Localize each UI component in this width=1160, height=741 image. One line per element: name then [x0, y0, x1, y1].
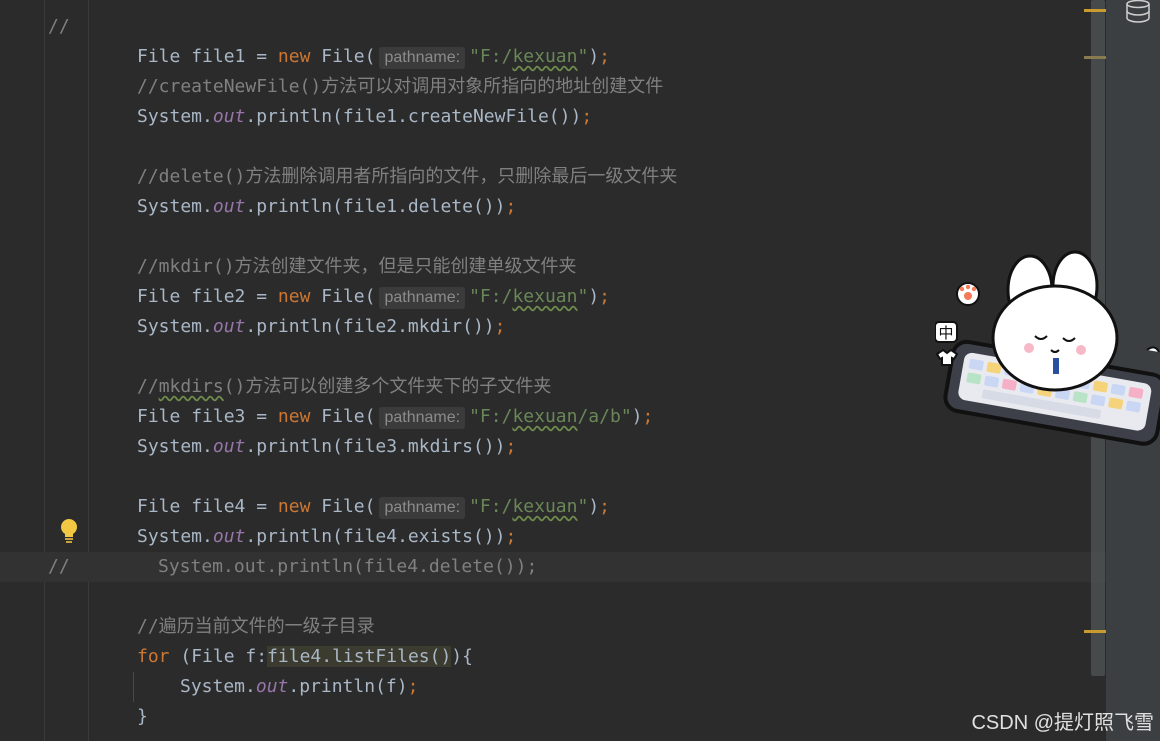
code-comment: //createNewFile()方法可以对调用对象所指向的地址创建文件: [137, 76, 664, 97]
code-line-println: System.out.println(file3.mkdirs());: [137, 436, 517, 457]
code-line-println: System.out.println(file2.mkdir());: [137, 316, 506, 337]
warning-stripe-marker[interactable]: [1084, 630, 1106, 633]
gutter-divider: [44, 0, 45, 741]
parameter-hint: pathname:: [379, 287, 466, 309]
code-line-for: for (File f:file4.listFiles()){: [137, 646, 473, 667]
code-line-file3: File file3 = new File(pathname: "F:/kexua…: [137, 406, 654, 429]
code-comment: //delete()方法删除调用者所指向的文件，只删除最后一级文件夹: [137, 166, 678, 187]
gutter-divider: [88, 0, 89, 741]
code-comment: //遍历当前文件的一级子目录: [137, 616, 375, 637]
info-stripe-marker[interactable]: [1084, 56, 1106, 59]
code-line-file4: File file4 = new File(pathname: "F:/kexua…: [137, 496, 610, 519]
code-line-file2: File file2 = new File(pathname: "F:/kexua…: [137, 286, 610, 309]
code-line-println: System.out.println(file4.exists());: [137, 526, 517, 547]
warning-stripe-marker[interactable]: [1084, 9, 1106, 12]
commented-code-line: System.out.println(file4.delete());: [158, 556, 538, 577]
editor-gutter: //: [0, 0, 90, 741]
database-icon[interactable]: [1124, 0, 1152, 24]
parameter-hint: pathname:: [379, 47, 466, 69]
code-comment: //mkdirs()方法可以创建多个文件夹下的子文件夹: [137, 376, 552, 397]
gutter-comment-marker: //: [48, 556, 70, 577]
bunny-keyboard-sticker: 中: [935, 250, 1160, 446]
parameter-hint: pathname:: [379, 407, 466, 429]
parameter-hint: pathname:: [379, 497, 466, 519]
gutter-comment-marker: //: [48, 16, 70, 37]
lightbulb-icon[interactable]: [58, 518, 80, 544]
code-line-println: System.out.println(f);: [180, 676, 419, 697]
code-line-println: System.out.println(file1.delete());: [137, 196, 517, 217]
code-line-brace: }: [137, 706, 148, 727]
sticker-label-zhong: 中: [938, 324, 953, 342]
watermark: CSDN @提灯照飞雪: [971, 712, 1154, 734]
code-line-file1: File file1 = new File(pathname: "F:/kexua…: [137, 46, 610, 69]
code-comment: //mkdir()方法创建文件夹，但是只能创建单级文件夹: [137, 256, 577, 277]
highlighted-expression: file4.listFiles(): [267, 646, 452, 667]
code-line-println: System.out.println(file1.createNewFile()…: [137, 106, 593, 127]
